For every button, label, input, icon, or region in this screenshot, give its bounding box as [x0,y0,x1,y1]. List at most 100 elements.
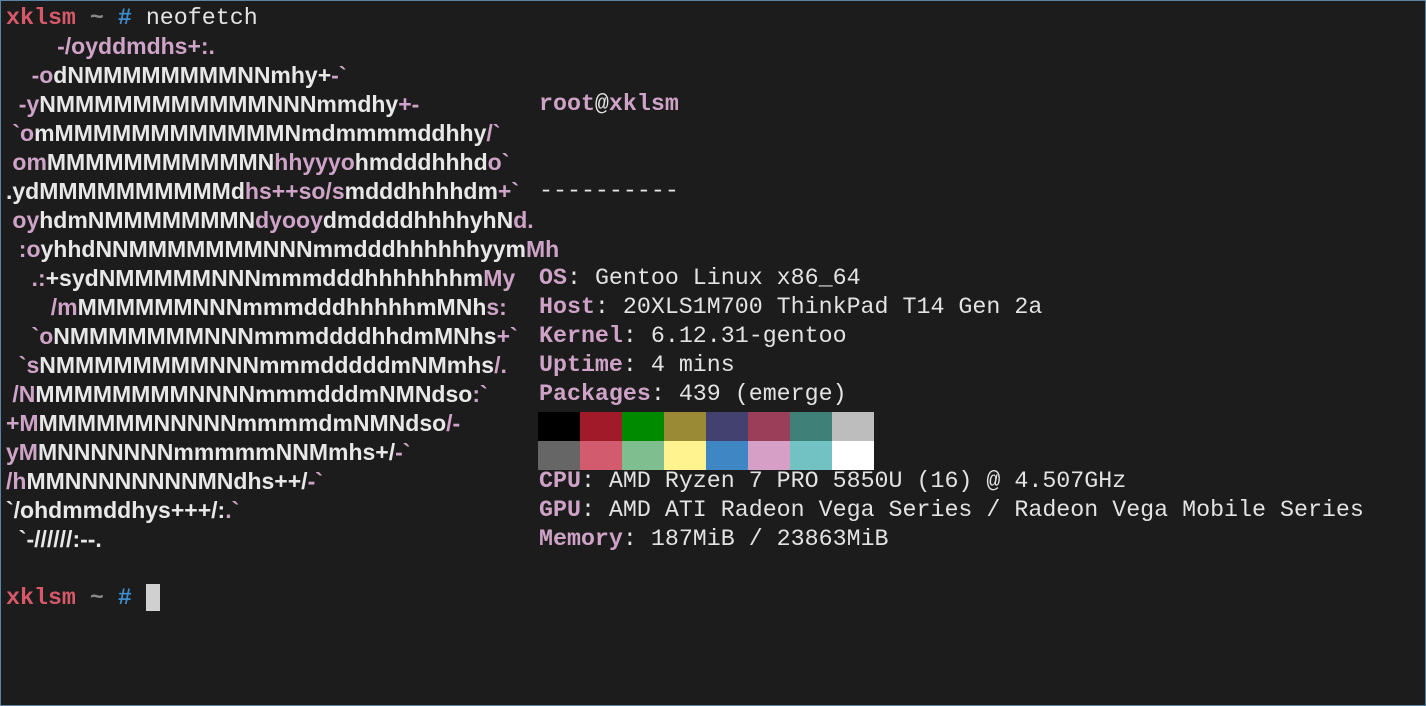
logo-segment: hhyyyo [274,149,355,175]
logo-segment: NMMMMMMMNNNmmmddddhhdmMNhs [53,323,497,349]
logo-segment: +M [6,410,39,436]
logo-segment: MMMMMMNNNmmmdddhhhhhmMNh [77,294,487,320]
info-row-cpu: CPU: AMD Ryzen 7 PRO 5850U (16) @ 4.507G… [539,467,1364,496]
info-row-os: OS: Gentoo Linux x86_64 [539,264,1364,293]
color-swatch-6 [790,412,832,441]
logo-segment: d. [513,207,534,233]
logo-line: yMMNNNNNNNmmmmmNNMmhs+/-` [6,438,559,467]
color-swatch-8 [538,441,580,470]
logo-line: -yNMMMMMMMMMMMNNNmmdhy+- [6,90,559,119]
logo-line: :oyhhdNNMMMMMMMNNNmmdddhhhhhhyymMh [6,235,559,264]
logo-segment: /h [6,468,27,494]
logo-segment [6,62,32,88]
color-swatch-14 [790,441,832,470]
info-key: Host [539,294,595,320]
text-cursor[interactable] [145,584,160,611]
logo-segment: /. [494,352,507,378]
info-row-packages: Packages: 439 (emerge) [539,380,1364,409]
logo-line: -/oyddmdhs+:. [6,32,559,61]
logo-segment: -` [395,439,411,465]
info-key: Memory [539,526,623,552]
terminal-window[interactable]: xklsm ~ # neofetch -/oyddmdhs+:. -odNMMM… [0,0,1426,706]
logo-segment: :o [6,236,41,262]
info-row-uptime: Uptime: 4 mins [539,351,1364,380]
logo-segment: hmdddhhhd [354,149,488,175]
command-line: xklsm ~ # neofetch [6,4,258,33]
logo-segment: `-//////:--. [6,526,102,552]
color-swatch-15 [832,441,874,470]
color-swatch-1 [580,412,622,441]
logo-segment: hdmNMMMMMMMN [39,207,256,233]
logo-line: `oNMMMMMMMNNNmmmddddhhdmMNhs+` [6,322,559,351]
color-swatch-3 [664,412,706,441]
color-swatch-7 [832,412,874,441]
color-swatch-11 [664,441,706,470]
info-value: Gentoo Linux x86_64 [594,265,861,291]
info-row-kernel: Kernel: 6.12.31-gentoo [539,322,1364,351]
logo-segment: `/ohdmmddhys+++/: [6,497,226,523]
logo-segment: yM [6,439,38,465]
logo-line: `sNMMMMMMMMNNNmmmdddddmNMmhs/. [6,351,559,380]
info-key: Packages [539,381,651,407]
logo-segment: `o [6,323,54,349]
prompt-user: xklsm [6,5,76,31]
logo-segment: +- [398,91,420,117]
logo-segment: .: [6,265,46,291]
color-swatch-12 [706,441,748,470]
info-title-user: root [539,91,595,117]
logo-line: /NMMMMMMMMNNNNmmmdddmNMNdso:` [6,380,559,409]
logo-segment [6,91,19,117]
color-swatch-2 [622,412,664,441]
logo-segment: MMNNNNNNNNMNdhs++/ [26,468,308,494]
info-colon: : [580,497,609,523]
typed-command: neofetch [145,5,258,31]
info-colon: : [594,294,623,320]
info-colon: : [566,265,595,291]
logo-line: +MMMMMMMNNNNNmmmmdmNMNdso/- [6,409,559,438]
logo-segment: dyooy [255,207,323,233]
color-swatch-13 [748,441,790,470]
info-value: AMD Ryzen 7 PRO 5850U (16) @ 4.507GHz [608,468,1127,494]
logo-segment: mdddhhhhdm [344,178,498,204]
info-value: 6.12.31-gentoo [650,323,847,349]
logo-line: oyhdmNMMMMMMMNdyooydmddddhhhhyhNd. [6,206,559,235]
info-row-memory: Memory: 187MiB / 23863MiB [539,525,1364,554]
logo-segment: NMMMMMMMMNNNmmmdddddmNMmhs [39,352,495,378]
logo-line: .:+sydNMMMMMNNNmmmdddhhhhhhhmMy [6,264,559,293]
prompt-directory: ~ [89,5,104,31]
logo-segment: -o [31,62,54,88]
active-prompt-line[interactable]: xklsm ~ # [6,584,160,613]
logo-segment: MNNNNNNNmmmmmNNMmhs+/ [37,439,396,465]
logo-segment: /m [6,294,78,320]
logo-segment: dmddddhhhhyhN [322,207,514,233]
info-colon: : [622,526,651,552]
logo-segment: `o [6,120,35,146]
logo-segment: :` [472,381,488,407]
logo-segment: o` [487,149,510,175]
logo-segment: -/oyddmdhs+:. [57,33,215,59]
logo-segment: My [483,265,516,291]
info-key: Uptime [539,352,623,378]
info-key: Kernel [539,323,623,349]
info-key: GPU [539,497,581,523]
gentoo-ascii-logo: -/oyddmdhs+:. -odNMMMMMMMMNNmhy+-` -yNMM… [6,32,559,554]
logo-segment: +sydNMMMMMNNNmmmdddhhhhhhhm [45,265,484,291]
logo-segment: NMMMMMMMMMMMNNNmmdhy [39,91,399,117]
color-palette [538,412,874,470]
logo-segment: om [6,149,47,175]
info-row-gpu: GPU: AMD ATI Radeon Vega Series / Radeon… [539,496,1364,525]
color-swatch-10 [622,441,664,470]
info-key: OS [539,265,567,291]
logo-segment: +` [496,323,518,349]
logo-segment: .` [225,497,240,523]
logo-segment: mMMMMMMMMMMMMNmdmmmmddhhy [34,120,487,146]
info-rows: OS: Gentoo Linux x86_64 Host: 20XLS1M700 … [539,264,1364,554]
logo-segment: +` [497,178,520,204]
info-key: CPU [539,468,581,494]
logo-line: /mMMMMMMNNNmmmdddhhhhhmMNhs: [6,293,559,322]
info-colon: : [622,352,651,378]
info-value: 187MiB / 23863MiB [650,526,889,552]
logo-line: `-//////:--. [6,525,559,554]
logo-segment: yhhdNNMMMMMMMNNNmmdddhhhhhhyym [40,236,526,262]
color-swatch-5 [748,412,790,441]
